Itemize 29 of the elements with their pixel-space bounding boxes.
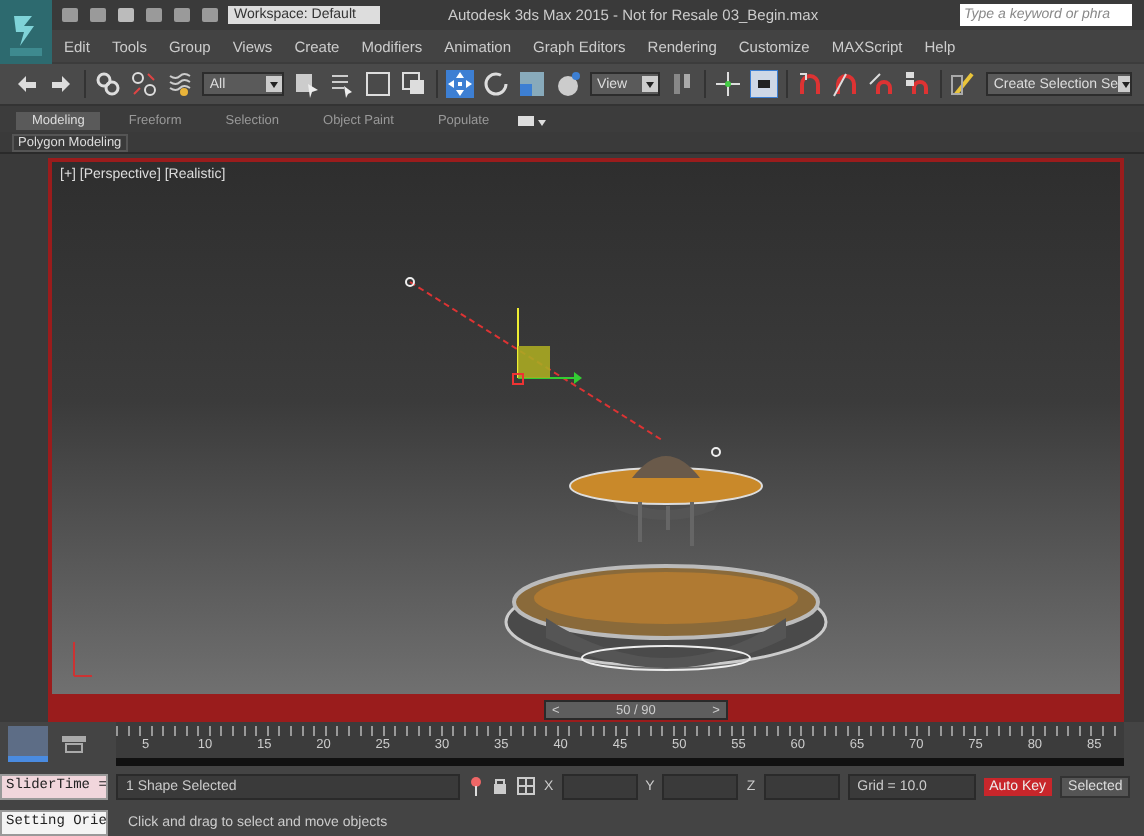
bind-space-warp-icon[interactable]	[165, 70, 194, 98]
select-object-icon[interactable]	[291, 70, 320, 98]
coordinate-field[interactable]	[763, 773, 840, 799]
edit-named-selection-icon[interactable]	[949, 70, 978, 98]
window-crossing-icon[interactable]	[399, 70, 428, 98]
unlink-icon[interactable]	[129, 70, 158, 98]
rectangle-selection-icon[interactable]	[363, 70, 392, 98]
move-icon[interactable]	[445, 70, 474, 98]
coordinate-field[interactable]	[561, 773, 638, 799]
scale-icon[interactable]	[517, 70, 546, 98]
coordinate-field[interactable]	[662, 773, 739, 799]
key-mode-icon[interactable]	[60, 732, 88, 756]
angle-snap-icon[interactable]	[831, 70, 860, 98]
pin-icon[interactable]	[468, 776, 484, 796]
rotate-icon[interactable]	[481, 70, 510, 98]
percent-snap-icon[interactable]	[867, 70, 896, 98]
move-gizmo-drawing	[512, 308, 584, 388]
dropdown-arrow-icon[interactable]	[642, 76, 659, 92]
axis-tripod-icon	[68, 638, 96, 682]
dropdown-arrow-icon[interactable]	[1118, 76, 1131, 92]
link-icon[interactable]	[93, 70, 122, 98]
select-by-name-icon[interactable]	[327, 70, 356, 98]
snap-toggle-icon[interactable]	[795, 70, 824, 98]
axis-cross-icon[interactable]	[714, 70, 743, 98]
dropdown-arrow-icon[interactable]	[265, 76, 282, 92]
ribbon-options-icon[interactable]	[517, 114, 546, 128]
lock-icon[interactable]	[492, 776, 508, 796]
spinner-snap-icon[interactable]	[903, 70, 932, 98]
sphere-icon[interactable]	[553, 70, 582, 98]
